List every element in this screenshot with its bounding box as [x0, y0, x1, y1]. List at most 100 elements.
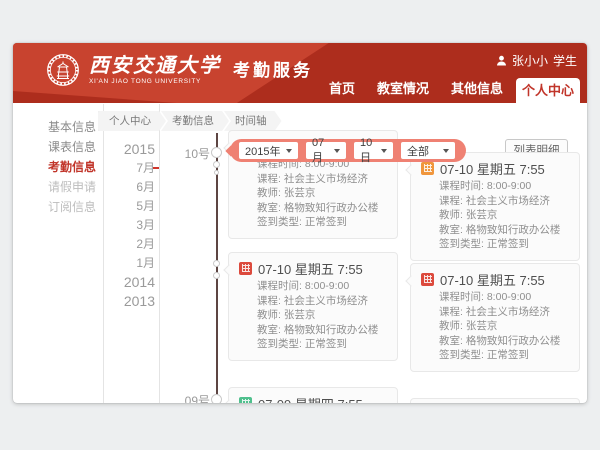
attendance-card[interactable]: 07-09 星期四 7:55 课程时间: 8:00-9:00 课程: 社会主义市…: [410, 398, 580, 403]
day-filter-dropdown[interactable]: 10日: [354, 142, 393, 159]
year-filter-value: 2015年: [245, 143, 280, 159]
attendance-type-icon: [239, 262, 252, 275]
app-header: 西安交通大学 XI'AN JIAO TONG UNIVERSITY 考勤服务 张…: [13, 43, 587, 103]
timeline-node: [213, 260, 220, 267]
field-value: 张芸京: [466, 209, 498, 221]
sidebar-item-attendance[interactable]: 考勤信息: [13, 157, 103, 177]
page: { "colors": { "header_base": "#ad2d1d", …: [0, 0, 600, 450]
field-value: 正常签到: [305, 216, 347, 228]
attendance-card[interactable]: 07-10 星期五 7:55 课程时间: 8:00-9:00 课程: 社会主义市…: [228, 252, 398, 361]
yearnav-jun[interactable]: 6月: [93, 178, 155, 197]
type-filter-value: 全部: [407, 143, 429, 159]
yearnav-2013[interactable]: 2013: [93, 292, 155, 311]
app-title: 考勤服务: [233, 56, 313, 81]
timeline-node: [211, 394, 222, 403]
yearnav-feb[interactable]: 2月: [93, 235, 155, 254]
field-label: 课程:: [439, 306, 463, 318]
field-label: 课程时间:: [439, 180, 484, 192]
university-name-block: 西安交通大学 XI'AN JIAO TONG UNIVERSITY: [89, 55, 221, 85]
attendance-type-icon: [421, 273, 434, 286]
timeline-node: [214, 170, 219, 175]
field-value: 格物致知行政办公楼: [284, 324, 379, 336]
attendance-type-icon: [421, 162, 434, 175]
attendance-card[interactable]: 07-10 星期五 7:55 课程时间: 8:00-9:00 课程: 社会主义市…: [410, 263, 580, 372]
yearnav-2014[interactable]: 2014: [93, 273, 155, 292]
card-tail: [223, 399, 234, 403]
user-menu[interactable]: 张小小 学生: [496, 52, 577, 69]
field-label: 教师:: [439, 209, 463, 221]
card-tail: [405, 164, 416, 175]
nav-item-other-info[interactable]: 其他信息: [451, 82, 503, 96]
field-value: 社会主义市场经济: [284, 173, 368, 185]
card-tail: [405, 275, 416, 286]
user-role: 学生: [553, 52, 577, 69]
yearnav-jul[interactable]: 7月: [93, 159, 155, 178]
top-nav: 首页 教室情况 其他信息 个人中心: [329, 78, 580, 103]
chevron-down-icon: [443, 149, 449, 153]
card-date-title: 07-09 星期四 7:55: [258, 394, 363, 404]
timeline-node: [213, 272, 220, 279]
card-date-title: 07-10 星期五 7:55: [440, 270, 545, 289]
user-name: 张小小: [512, 52, 548, 69]
attendance-card[interactable]: 07-10 星期五 7:55 课程时间: 8:00-9:00 课程: 社会主义市…: [410, 152, 580, 261]
university-emblem-icon: [46, 53, 80, 87]
day-filter-value: 10日: [360, 137, 376, 165]
field-value: 8:00-9:00: [305, 280, 349, 292]
month-filter-dropdown[interactable]: 07月: [306, 142, 346, 159]
sidebar-item-timetable[interactable]: 课表信息: [13, 137, 103, 157]
field-label: 课程:: [257, 295, 281, 307]
field-label: 签到类型:: [439, 238, 484, 250]
yearnav-jan[interactable]: 1月: [93, 254, 155, 273]
sidebar: 基本信息 课表信息 考勤信息 请假申请 订阅信息: [13, 117, 103, 217]
breadcrumb-attendance[interactable]: 考勤信息: [161, 111, 229, 131]
card-fields: 课程时间: 8:00-9:00 课程: 社会主义市场经济 教师: 张芸京 教室:…: [257, 279, 387, 352]
field-value: 社会主义市场经济: [284, 295, 368, 307]
attendance-card[interactable]: 07-09 星期四 7:55 课程时间: 8:00-9:00 课程: 社会主义市…: [228, 387, 398, 403]
year-month-nav: 2015 7月 6月 5月 3月 2月 1月 2014 2013: [93, 140, 155, 311]
card-date-title: 07-10 星期五 7:55: [258, 259, 363, 278]
month-filter-value: 07月: [312, 137, 329, 165]
sidebar-item-subscriptions[interactable]: 订阅信息: [13, 197, 103, 217]
yearnav-may[interactable]: 5月: [93, 197, 155, 216]
nav-item-personal-center[interactable]: 个人中心: [516, 78, 580, 103]
field-label: 教师:: [257, 187, 281, 199]
field-label: 课程:: [439, 195, 463, 207]
field-label: 课程:: [257, 173, 281, 185]
field-label: 教室:: [257, 324, 281, 336]
field-value: 8:00-9:00: [487, 180, 531, 192]
breadcrumb-personal-center[interactable]: 个人中心: [98, 111, 166, 131]
yearnav-mar[interactable]: 3月: [93, 216, 155, 235]
yearnav-2015[interactable]: 2015: [93, 140, 155, 159]
field-value: 张芸京: [466, 320, 498, 332]
timeline-day-label: 09号: [170, 392, 210, 403]
card-fields: 课程时间: 8:00-9:00 课程: 社会主义市场经济 教师: 张芸京 教室:…: [439, 290, 569, 363]
nav-item-classrooms[interactable]: 教室情况: [377, 82, 429, 96]
sidebar-item-leave-request[interactable]: 请假申请: [13, 177, 103, 197]
field-label: 签到类型:: [439, 349, 484, 361]
field-value: 正常签到: [305, 338, 347, 350]
yearnav-divider: [159, 104, 160, 403]
timeline-day-label: 10号: [170, 145, 210, 162]
field-value: 张芸京: [284, 309, 316, 321]
field-value: 8:00-9:00: [487, 291, 531, 303]
university-name-en: XI'AN JIAO TONG UNIVERSITY: [89, 78, 221, 85]
type-filter-dropdown[interactable]: 全部: [401, 142, 455, 159]
attendance-type-icon: [239, 397, 252, 404]
timeline-node: [213, 161, 220, 168]
year-filter-dropdown[interactable]: 2015年: [239, 142, 298, 159]
field-label: 教室:: [257, 202, 281, 214]
field-label: 教室:: [439, 335, 463, 347]
date-filter-bar: 2015年 07月 10日 全部: [230, 139, 466, 162]
brand: 西安交通大学 XI'AN JIAO TONG UNIVERSITY 考勤服务: [46, 53, 313, 87]
nav-item-home[interactable]: 首页: [329, 82, 355, 96]
field-label: 课程时间:: [257, 280, 302, 292]
field-label: 教师:: [257, 309, 281, 321]
field-value: 张芸京: [284, 187, 316, 199]
breadcrumb-timeline[interactable]: 时间轴: [224, 111, 282, 131]
chevron-down-icon: [334, 149, 340, 153]
timeline-node: [211, 147, 222, 158]
card-fields: 课程时间: 8:00-9:00 课程: 社会主义市场经济 教师: 张芸京 教室:…: [257, 157, 387, 230]
field-value: 格物致知行政办公楼: [466, 335, 561, 347]
sidebar-item-basic-info[interactable]: 基本信息: [13, 117, 103, 137]
field-value: 格物致知行政办公楼: [284, 202, 379, 214]
